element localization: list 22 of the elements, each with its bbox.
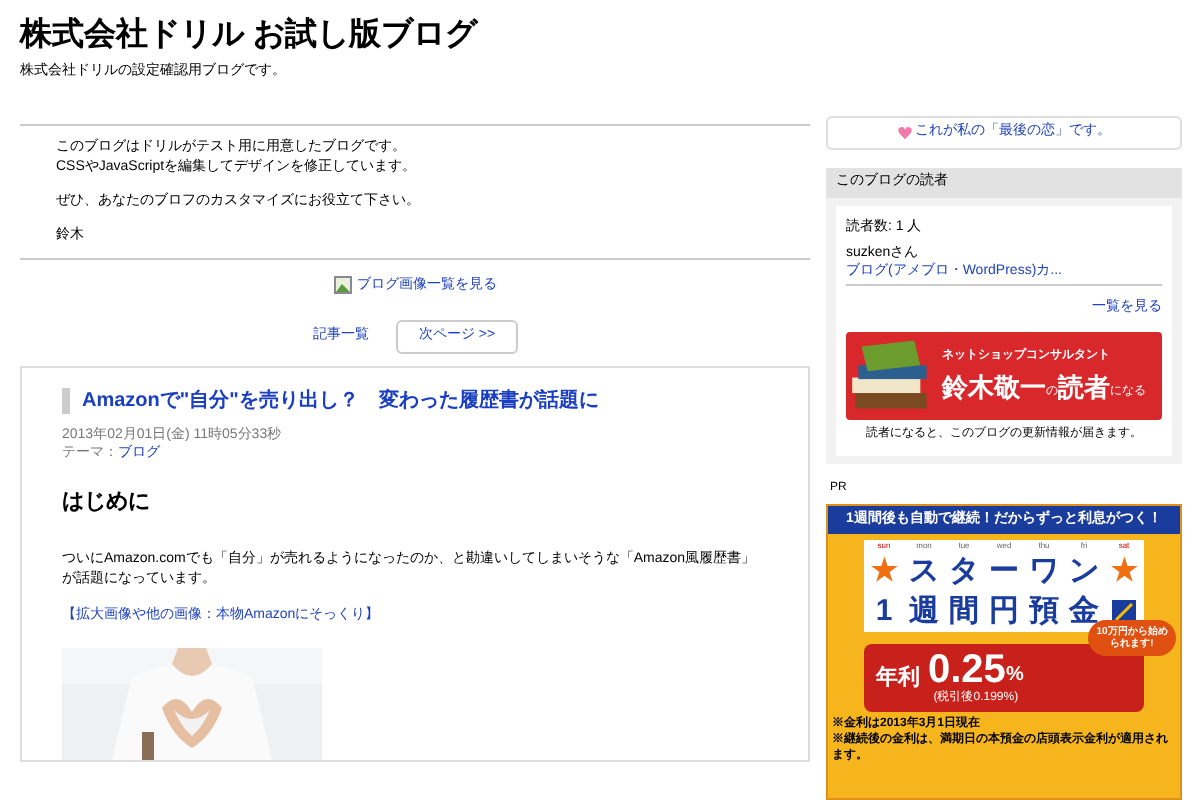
article-heading: はじめに xyxy=(62,487,152,517)
ad-character: タ xyxy=(947,552,981,593)
ad-character: 間 xyxy=(947,592,981,633)
article-title[interactable]: Amazonで"自分"を売り出し？ 変わった履歴書が話題に xyxy=(62,387,768,413)
blog-title: 株式会社ドリル お試し版ブログ xyxy=(20,16,480,56)
ad-character: ワ xyxy=(1027,552,1061,593)
ad-character: ★ xyxy=(1109,552,1140,593)
ad-character: 預 xyxy=(1027,592,1061,633)
image-icon xyxy=(333,276,351,295)
ad-character: ン xyxy=(1067,552,1101,593)
ad-character: ー xyxy=(987,552,1021,593)
banner-name: 鈴木敬一 xyxy=(942,374,1046,403)
ad-character: 週 xyxy=(907,592,941,633)
percent-sign: % xyxy=(1005,661,1024,690)
ad-character: ★ xyxy=(869,552,900,593)
heart-icon xyxy=(897,125,911,140)
ad-character: ス xyxy=(907,552,941,593)
rate-value: 0.25 xyxy=(928,649,1006,690)
rate-label: 年利 xyxy=(876,663,920,695)
ad-character: 円 xyxy=(987,592,1021,633)
banner-reader: 読者 xyxy=(1058,374,1110,403)
ad-character: 1 xyxy=(873,592,895,633)
